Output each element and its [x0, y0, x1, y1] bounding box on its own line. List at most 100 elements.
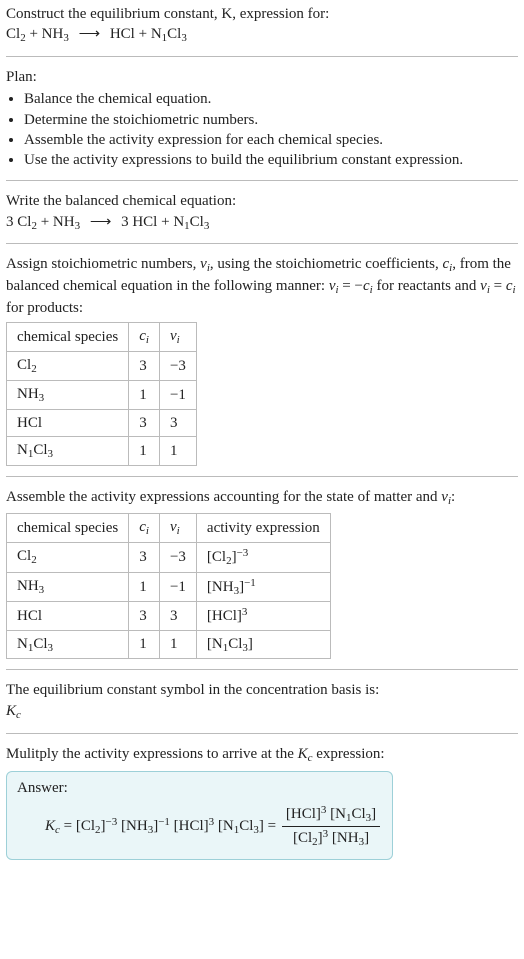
- text: Assemble the activity expressions accoun…: [6, 489, 441, 505]
- sp: HCl: [17, 415, 42, 431]
- cell-ci: 3: [129, 352, 160, 381]
- cell-ci: 3: [129, 602, 160, 630]
- eq: =: [268, 817, 280, 833]
- col-species: chemical species: [7, 323, 129, 352]
- multiply-line: Mulitply the activity expressions to arr…: [6, 744, 518, 766]
- table-row: HCl 3 3 [HCl]3: [7, 602, 331, 630]
- text: :: [451, 489, 455, 505]
- divider: [6, 476, 518, 477]
- answer-box: Answer: Kc = [Cl2]−3 [NH3]−1 [HCl]3 [N1C…: [6, 771, 393, 860]
- species-hcl: HCl: [110, 26, 135, 42]
- cell-activity: [NH3]−1: [196, 572, 330, 602]
- species-cl: Cl: [6, 26, 20, 42]
- term: [HCl]: [286, 806, 321, 822]
- plan-heading: Plan:: [6, 67, 518, 87]
- answer-label: Answer:: [17, 778, 382, 798]
- term: [HCl]: [174, 817, 209, 833]
- act: Cl: [228, 636, 242, 652]
- act: [HCl]: [207, 608, 242, 624]
- sup: −3: [237, 547, 249, 559]
- sub: i: [513, 284, 516, 296]
- species-hcl: HCl: [132, 214, 157, 230]
- stoich-table: chemical species ci νi Cl2 3 −3 NH3 1 −1…: [6, 322, 197, 466]
- nu: ν: [200, 256, 207, 272]
- cell-ci: 3: [129, 409, 160, 436]
- term: [Cl: [76, 817, 95, 833]
- divider: [6, 56, 518, 57]
- divider: [6, 180, 518, 181]
- cell-activity: [Cl2]−3: [196, 542, 330, 572]
- cell-nui: 1: [159, 437, 196, 466]
- cell-species: Cl2: [7, 542, 129, 572]
- cell-species: NH3: [7, 572, 129, 602]
- text: for products:: [6, 300, 83, 316]
- act: ]: [248, 636, 253, 652]
- plan-item: Determine the stoichiometric numbers.: [24, 110, 518, 130]
- sub: 3: [181, 32, 187, 44]
- sup: −1: [158, 815, 170, 827]
- divider: [6, 733, 518, 734]
- K: K: [298, 746, 308, 762]
- sp: NH: [17, 386, 39, 402]
- term: Cl: [239, 817, 253, 833]
- species-nh: NH: [53, 214, 75, 230]
- table-header: chemical species ci νi: [7, 323, 197, 352]
- cell-nui: −1: [159, 381, 196, 410]
- numerator: [HCl]3 [N1Cl3]: [282, 803, 380, 827]
- col-species: chemical species: [7, 513, 129, 542]
- activity-table: chemical species ci νi activity expressi…: [6, 513, 331, 660]
- cell-nui: 3: [159, 602, 196, 630]
- eq: =: [60, 817, 76, 833]
- species-cl-part: Cl: [190, 214, 204, 230]
- intro-text: Construct the equilibrium constant, K, e…: [6, 4, 518, 24]
- term: [N: [218, 817, 234, 833]
- table-row: N1Cl3 1 1 [N1Cl3]: [7, 630, 331, 659]
- sub: 2: [20, 32, 26, 44]
- cell-nui: −1: [159, 572, 196, 602]
- plan-item: Use the activity expressions to build th…: [24, 150, 518, 170]
- c: c: [363, 278, 370, 294]
- sub: 2: [31, 363, 37, 375]
- nu: ν: [480, 278, 487, 294]
- sup: 3: [321, 804, 327, 816]
- sub: 3: [48, 448, 54, 460]
- sup: 3: [242, 606, 248, 618]
- col-nui: νi: [159, 513, 196, 542]
- sub: 3: [204, 220, 210, 232]
- plan-item: Assemble the activity expression for eac…: [24, 130, 518, 150]
- cell-ci: 1: [129, 630, 160, 659]
- col-ci: ci: [129, 323, 160, 352]
- term: [Cl: [293, 830, 312, 846]
- sp2: Cl: [33, 442, 47, 458]
- col-ci: ci: [129, 513, 160, 542]
- table-row: NH3 1 −1 [NH3]−1: [7, 572, 331, 602]
- kc-symbol-line: The equilibrium constant symbol in the c…: [6, 680, 518, 700]
- species-n: N: [173, 214, 184, 230]
- text: Mulitply the activity expressions to arr…: [6, 746, 298, 762]
- term: [NH: [121, 817, 148, 833]
- text: , using the stoichiometric coefficients,: [210, 256, 443, 272]
- term: ]: [364, 830, 369, 846]
- table-header: chemical species ci νi activity expressi…: [7, 513, 331, 542]
- assemble-line: Assemble the activity expressions accoun…: [6, 487, 518, 509]
- col-activity: activity expression: [196, 513, 330, 542]
- text: = −: [339, 278, 363, 294]
- sup: 3: [323, 828, 329, 840]
- K: K: [45, 817, 55, 833]
- col-nui: νi: [159, 323, 196, 352]
- sub: 3: [75, 220, 81, 232]
- species-n: N: [151, 26, 162, 42]
- term: ]: [259, 817, 264, 833]
- balanced-equation: 3 Cl2 + NH3 ⟶ 3 HCl + N1Cl3: [6, 212, 518, 234]
- nu: ν: [441, 489, 448, 505]
- sub: 2: [31, 220, 37, 232]
- text: =: [490, 278, 506, 294]
- divider: [6, 669, 518, 670]
- cell-ci: 1: [129, 572, 160, 602]
- cell-species: Cl2: [7, 352, 129, 381]
- kc-symbol: Kc: [6, 701, 518, 723]
- cell-ci: 3: [129, 542, 160, 572]
- plan-list: Balance the chemical equation. Determine…: [6, 89, 518, 170]
- plus: +: [41, 214, 53, 230]
- sub: 3: [63, 32, 69, 44]
